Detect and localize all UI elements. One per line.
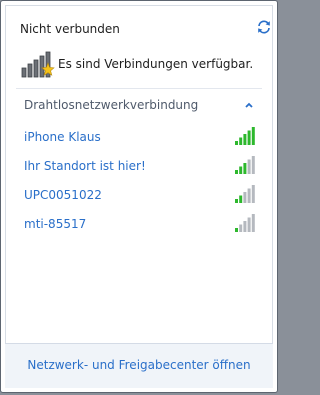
network-flyout: Nicht verbunden Es sind Verbindungen ver…	[0, 0, 278, 393]
connection-status-title: Nicht verbunden	[20, 22, 120, 36]
signal-bar	[243, 192, 247, 203]
signal-bar	[251, 156, 255, 174]
chevron-up-icon[interactable]	[244, 100, 254, 110]
wifi-signal-icon	[235, 214, 255, 232]
divider	[16, 88, 262, 89]
section-label: Drahtlosnetzwerkverbindung	[24, 98, 199, 112]
network-name: Ihr Standort ist hier!	[24, 159, 146, 173]
signal-bar	[251, 214, 255, 232]
network-available-icon	[21, 51, 55, 78]
network-name: UPC0051022	[24, 188, 102, 202]
signal-bar	[251, 127, 255, 145]
signal-bar	[239, 195, 243, 203]
signal-bar	[235, 141, 238, 145]
network-item[interactable]: Ihr Standort ist hier!	[16, 153, 262, 182]
signal-bar	[243, 134, 247, 145]
footer: Netzwerk- und Freigabecenter öffnen	[5, 343, 273, 388]
refresh-icon[interactable]	[256, 19, 272, 35]
signal-bar	[247, 130, 251, 145]
signal-bar	[239, 224, 243, 232]
network-sharing-center-link[interactable]: Netzwerk- und Freigabecenter öffnen	[5, 358, 273, 372]
signal-bar	[235, 228, 238, 232]
signal-bar	[239, 166, 243, 174]
section-header[interactable]: Drahtlosnetzwerkverbindung	[16, 94, 262, 116]
network-item[interactable]: iPhone Klaus	[16, 124, 262, 153]
signal-bar	[243, 221, 247, 232]
wifi-signal-icon	[235, 156, 255, 174]
network-item[interactable]: mti-85517	[16, 211, 262, 240]
signal-bar	[235, 170, 238, 174]
flyout-panel: Nicht verbunden Es sind Verbindungen ver…	[5, 5, 273, 388]
signal-bar	[247, 217, 251, 232]
wifi-signal-icon	[235, 185, 255, 203]
signal-bar	[243, 163, 247, 174]
signal-bar	[247, 159, 251, 174]
network-name: iPhone Klaus	[24, 130, 101, 144]
network-list: iPhone Klaus Ihr Standort ist hier! UPC0…	[16, 124, 262, 240]
signal-bar	[239, 137, 243, 145]
signal-bar	[247, 188, 251, 203]
signal-bar	[251, 185, 255, 203]
status-message: Es sind Verbindungen verfügbar.	[58, 57, 254, 71]
status-row: Es sind Verbindungen verfügbar.	[20, 49, 270, 79]
network-item[interactable]: UPC0051022	[16, 182, 262, 211]
network-name: mti-85517	[24, 217, 87, 231]
signal-bar	[235, 199, 238, 203]
wifi-signal-icon	[235, 127, 255, 145]
